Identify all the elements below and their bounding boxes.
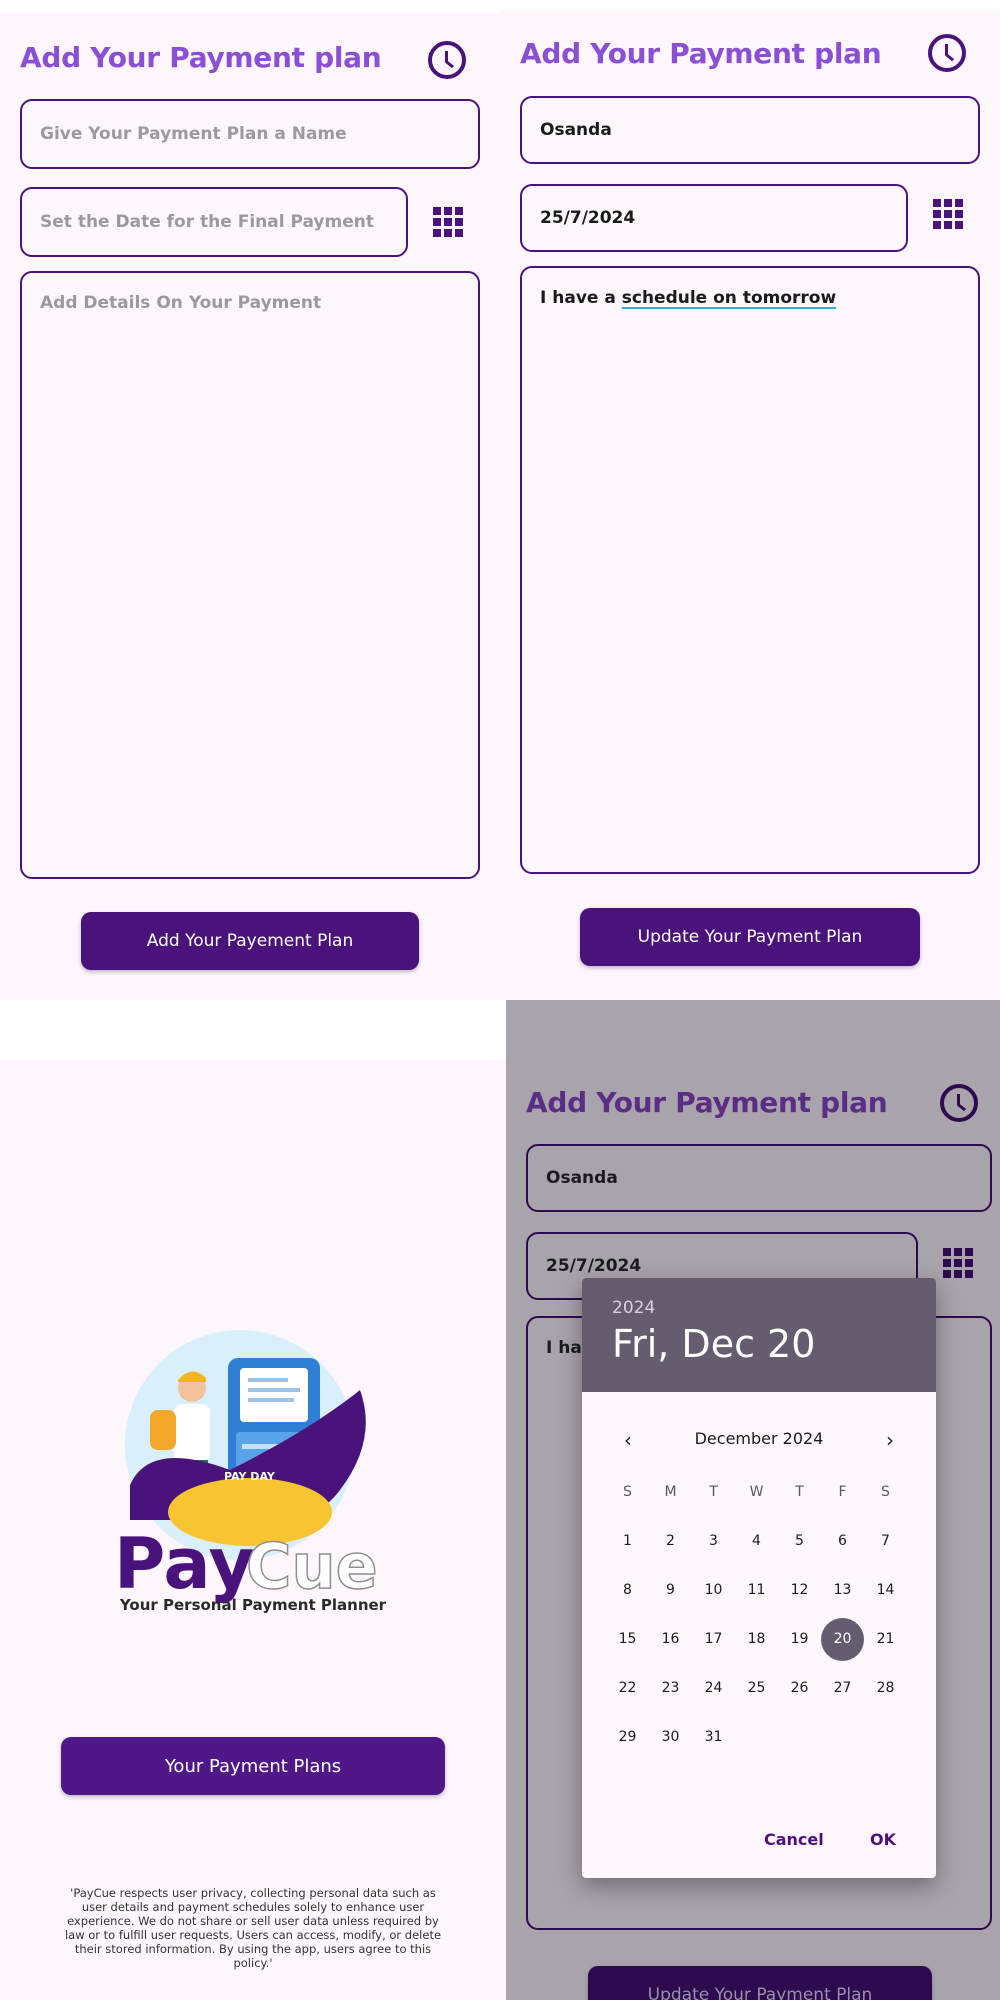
tagline: Your Personal Payment Planner xyxy=(119,1596,387,1614)
details-underlined: schedule on tomorrow xyxy=(621,288,837,308)
calendar-day[interactable]: 7 xyxy=(864,1520,907,1563)
calendar-day[interactable]: 13 xyxy=(821,1569,864,1612)
weekday-label: T xyxy=(795,1484,804,1500)
calendar-day[interactable]: 19 xyxy=(778,1618,821,1661)
plan-name-value: Osanda xyxy=(540,120,612,140)
date-picker-dialog: 2024 Fri, Dec 20 ‹ December 2024 › SMTWT… xyxy=(582,1278,936,1878)
calendar-day[interactable]: 11 xyxy=(735,1569,778,1612)
calendar-day[interactable]: 2 xyxy=(649,1520,692,1563)
page-title: Add Your Payment plan xyxy=(520,37,882,70)
calendar-grid-icon[interactable] xyxy=(433,207,463,237)
calendar-day[interactable]: 30 xyxy=(649,1716,692,1759)
details-textarea[interactable]: I have a schedule on tomorrow xyxy=(520,266,980,874)
plan-name-input[interactable]: Osanda xyxy=(520,96,980,164)
details-value: I have a schedule on tomorrow xyxy=(540,288,836,308)
clock-icon[interactable] xyxy=(928,34,966,72)
final-date-input[interactable]: 25/7/2024 xyxy=(520,184,908,252)
logo-text-pay: Pay xyxy=(114,1523,254,1605)
details-textarea[interactable]: Add Details On Your Payment xyxy=(20,271,480,879)
calendar-day[interactable]: 29 xyxy=(606,1716,649,1759)
calendar-day[interactable]: 5 xyxy=(778,1520,821,1563)
page-title: Add Your Payment plan xyxy=(526,1086,888,1119)
calendar-day[interactable]: 12 xyxy=(778,1569,821,1612)
final-date-value: 25/7/2024 xyxy=(540,208,636,228)
calendar-day[interactable]: 18 xyxy=(735,1618,778,1661)
picker-year[interactable]: 2024 xyxy=(612,1298,655,1318)
payment-plans-button[interactable]: Your Payment Plans xyxy=(61,1737,445,1795)
date-picker-header: 2024 Fri, Dec 20 xyxy=(582,1278,936,1392)
calendar-day[interactable]: 14 xyxy=(864,1569,907,1612)
final-date-input[interactable]: Set the Date for the Final Payment xyxy=(20,187,408,257)
calendar-day[interactable]: 22 xyxy=(606,1667,649,1710)
calendar-day[interactable]: 9 xyxy=(649,1569,692,1612)
calendar-day[interactable]: 6 xyxy=(821,1520,864,1563)
picker-selected-date: Fri, Dec 20 xyxy=(612,1322,816,1366)
details-placeholder: Add Details On Your Payment xyxy=(40,293,322,313)
calendar-day[interactable]: 31 xyxy=(692,1716,735,1759)
plan-name-input: Osanda xyxy=(526,1144,992,1212)
date-picker-screen: Add Your Payment plan Osanda 25/7/2024 I… xyxy=(506,1000,1000,2000)
details-prefix: I have a xyxy=(540,288,622,308)
calendar-day[interactable]: 21 xyxy=(864,1618,907,1661)
final-date-value: 25/7/2024 xyxy=(546,1256,642,1276)
update-plan-button[interactable]: Update Your Payment Plan xyxy=(580,908,920,966)
cancel-button[interactable]: Cancel xyxy=(764,1830,824,1849)
calendar-day[interactable]: 24 xyxy=(692,1667,735,1710)
calendar-grid-icon xyxy=(943,1248,973,1278)
add-plan-screen: Add Your Payment plan Give Your Payment … xyxy=(0,13,500,1000)
calendar-day[interactable]: 10 xyxy=(692,1569,735,1612)
calendar-day[interactable]: 25 xyxy=(735,1667,778,1710)
calendar-day[interactable]: 8 xyxy=(606,1569,649,1612)
plan-name-value: Osanda xyxy=(546,1168,618,1188)
home-screen: PAY DAY Pay Cue Your Personal Payment Pl… xyxy=(0,1060,506,2000)
calendar-day[interactable]: 17 xyxy=(692,1618,735,1661)
logo-badge-text: PAY DAY xyxy=(224,1470,276,1483)
update-plan-button: Update Your Payment Plan xyxy=(588,1966,932,2000)
weekday-label: T xyxy=(709,1484,718,1500)
calendar-day[interactable]: 3 xyxy=(692,1520,735,1563)
clock-icon xyxy=(940,1084,978,1122)
selected-day[interactable]: 20 xyxy=(821,1618,864,1661)
ok-button[interactable]: OK xyxy=(870,1830,896,1849)
weekday-label: F xyxy=(838,1484,847,1500)
update-plan-screen: Add Your Payment plan Osanda 25/7/2024 I… xyxy=(500,10,1000,1000)
calendar-grid-icon[interactable] xyxy=(933,199,963,229)
weekday-label: S xyxy=(881,1484,890,1500)
clock-icon[interactable] xyxy=(428,41,466,79)
weekday-label: M xyxy=(664,1484,677,1500)
calendar-day[interactable]: 15 xyxy=(606,1618,649,1661)
final-date-placeholder: Set the Date for the Final Payment xyxy=(40,212,374,232)
logo-text-cue: Cue xyxy=(246,1530,378,1603)
privacy-notice: 'PayCue respects user privacy, collectin… xyxy=(64,1886,442,1970)
add-plan-button[interactable]: Add Your Payement Plan xyxy=(81,912,419,970)
calendar-day[interactable]: 26 xyxy=(778,1667,821,1710)
calendar-day[interactable]: 27 xyxy=(821,1667,864,1710)
calendar-day[interactable]: 16 xyxy=(649,1618,692,1661)
weekday-label: S xyxy=(623,1484,632,1500)
chevron-right-icon[interactable]: › xyxy=(878,1428,902,1452)
plan-name-placeholder: Give Your Payment Plan a Name xyxy=(40,124,347,144)
plan-name-input[interactable]: Give Your Payment Plan a Name xyxy=(20,99,480,169)
calendar-day[interactable]: 1 xyxy=(606,1520,649,1563)
calendar-day[interactable]: 28 xyxy=(864,1667,907,1710)
calendar-day[interactable]: 4 xyxy=(735,1520,778,1563)
weekday-label: W xyxy=(749,1484,764,1500)
calendar-day[interactable]: 23 xyxy=(649,1667,692,1710)
page-title: Add Your Payment plan xyxy=(20,41,382,74)
